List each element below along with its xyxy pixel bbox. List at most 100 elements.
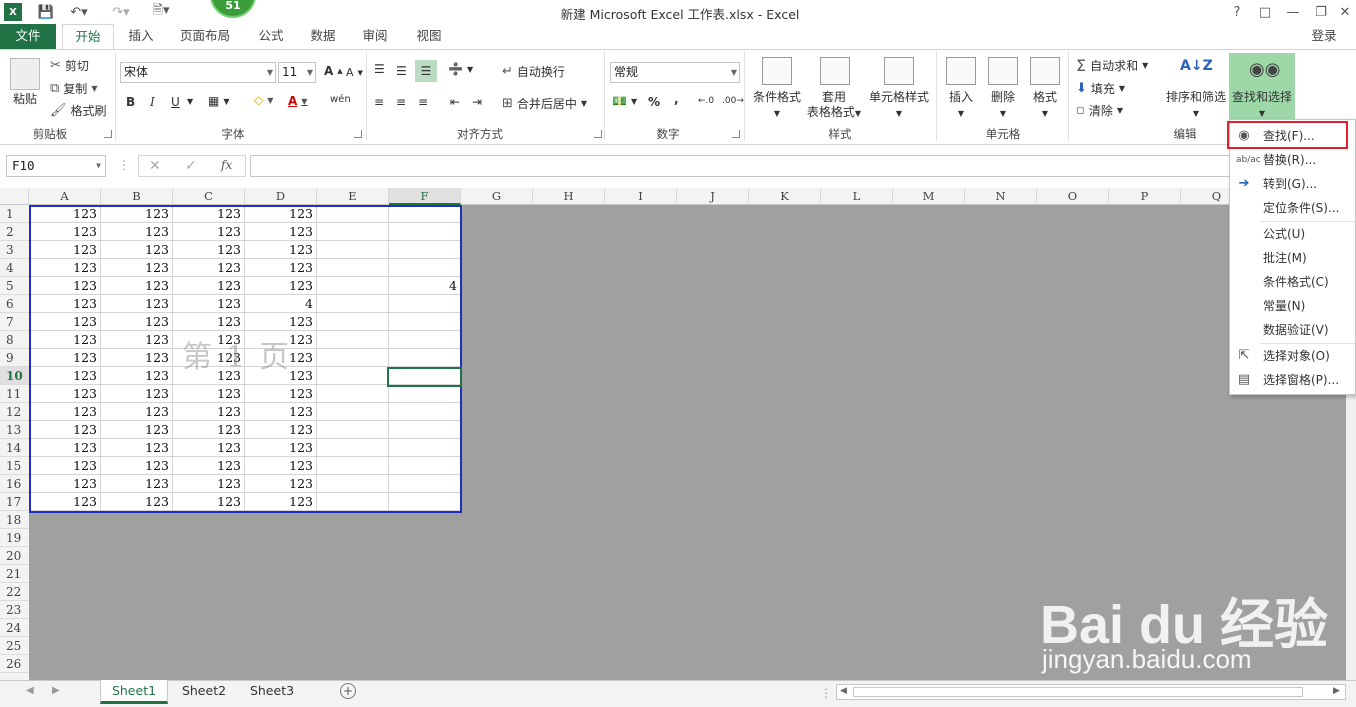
bold-button[interactable]: B [126,95,135,109]
table-cell[interactable]: 123 [245,457,317,475]
sheet-tab-2[interactable]: Sheet2 [170,680,238,704]
copy-button[interactable]: ⧉ 复制 ▼ [50,80,97,97]
table-cell[interactable]: 123 [173,385,245,403]
menu-item-conditional[interactable]: 条件格式(C) [1230,270,1355,294]
insert-function-icon[interactable]: fx [221,158,232,172]
menu-item-comments[interactable]: 批注(M) [1230,246,1355,270]
row-header[interactable]: 10 [0,367,29,385]
font-launcher-icon[interactable] [354,130,362,138]
row-header[interactable]: 11 [0,385,29,403]
table-cell[interactable]: 123 [29,385,101,403]
prev-sheet-icon[interactable]: ◀ [26,685,34,696]
add-sheet-icon[interactable]: + [340,683,356,699]
table-cell[interactable] [389,385,461,403]
format-cells-button[interactable]: 格式 ▼ [1024,90,1066,121]
table-cell[interactable] [317,475,389,493]
table-cell[interactable]: 123 [29,349,101,367]
table-cell[interactable] [317,259,389,277]
table-cell[interactable]: 123 [29,493,101,511]
restore-button[interactable]: ❐ [1308,2,1334,22]
menu-item-selection-pane[interactable]: ▤ 选择窗格(P)... [1230,368,1355,392]
sort-filter-button[interactable]: 排序和筛选 ▼ [1162,90,1230,121]
column-header[interactable]: D [245,188,317,205]
row-header[interactable]: 16 [0,475,29,493]
row-header[interactable]: 7 [0,313,29,331]
table-cell[interactable]: 123 [173,439,245,457]
scroll-thumb[interactable] [853,687,1303,697]
column-header[interactable]: N [965,188,1037,205]
table-cell[interactable]: 123 [101,313,173,331]
table-cell[interactable] [317,277,389,295]
sort-filter-icon[interactable]: A↓Z [1180,58,1213,74]
table-cell[interactable]: 123 [29,277,101,295]
table-cell[interactable]: 123 [173,313,245,331]
table-cell[interactable]: 123 [245,259,317,277]
increase-decimal-icon[interactable]: ←.0 [698,96,714,106]
table-cell[interactable]: 123 [101,277,173,295]
row-header[interactable]: 4 [0,259,29,277]
grow-font-icon[interactable]: A ▲ [324,64,343,78]
table-cell[interactable] [317,295,389,313]
shrink-font-icon[interactable]: A ▼ [346,66,363,79]
increase-indent-icon[interactable]: ⇥ [472,95,482,109]
table-cell[interactable] [317,493,389,511]
ribbon-display-icon[interactable]: □ [1252,2,1278,22]
column-header[interactable]: A [29,188,101,205]
table-cell[interactable] [317,313,389,331]
tab-file[interactable]: 文件 [0,24,56,49]
help-button[interactable]: ? [1224,2,1250,22]
column-header[interactable]: J [677,188,749,205]
cell-styles-icon[interactable] [884,57,914,85]
menu-item-formulas[interactable]: 公式(U) [1230,222,1355,246]
table-cell[interactable]: 123 [29,475,101,493]
borders-icon[interactable]: ▦ ▼ [208,94,230,108]
table-cell[interactable] [389,367,461,385]
table-cell[interactable]: 123 [173,421,245,439]
paste-button[interactable]: 粘贴 [8,92,42,107]
table-cell[interactable]: 123 [29,421,101,439]
table-cell[interactable]: 123 [101,349,173,367]
align-middle-icon[interactable]: ☰ [396,64,407,78]
wrap-text-button[interactable]: ↵ 自动换行 [502,63,565,80]
table-cell[interactable]: 123 [245,475,317,493]
column-header[interactable]: G [461,188,533,205]
table-cell[interactable] [389,331,461,349]
cut-button[interactable]: ✂ 剪切 [50,57,89,74]
row-header[interactable]: 2 [0,223,29,241]
table-cell[interactable] [317,349,389,367]
row-header[interactable]: 20 [0,547,29,565]
column-header[interactable]: F [389,188,461,205]
column-header[interactable]: P [1109,188,1181,205]
table-cell[interactable]: 4 [245,295,317,313]
row-header[interactable]: 13 [0,421,29,439]
delete-cells-button[interactable]: 删除 ▼ [982,90,1024,121]
tab-formulas[interactable]: 公式 [248,24,294,49]
number-launcher-icon[interactable] [732,130,740,138]
table-cell[interactable]: 123 [173,259,245,277]
decrease-indent-icon[interactable]: ⇤ [450,95,460,109]
redo-icon[interactable]: ↷▾ [106,3,136,21]
table-cell[interactable] [389,457,461,475]
font-color-icon[interactable]: A ▼ [288,94,307,108]
table-cell[interactable]: 123 [173,295,245,313]
scroll-right-icon[interactable]: ▶ [1333,686,1340,696]
row-header[interactable]: 12 [0,403,29,421]
row-header[interactable]: 9 [0,349,29,367]
minimize-button[interactable]: — [1280,2,1306,22]
column-header[interactable]: I [605,188,677,205]
table-cell[interactable]: 123 [245,439,317,457]
name-box[interactable]: F10 ▼ [6,155,106,177]
table-cell[interactable]: 123 [173,493,245,511]
table-cell[interactable] [389,421,461,439]
format-painter-button[interactable]: 🖌 格式刷 [50,102,107,119]
chevron-down-icon[interactable]: ▼ [187,97,193,106]
table-cell[interactable] [389,223,461,241]
align-left-icon[interactable]: ≡ [374,95,384,109]
table-cell[interactable]: 123 [29,367,101,385]
menu-item-replace[interactable]: ab/ac 替换(R)... [1230,148,1355,172]
table-cell[interactable] [317,439,389,457]
menu-item-constants[interactable]: 常量(N) [1230,294,1355,318]
sheet-tab-1[interactable]: Sheet1 [100,680,168,704]
menu-item-find[interactable]: ◉ 查找(F)... [1230,124,1355,148]
insert-cells-button[interactable]: 插入 ▼ [940,90,982,121]
